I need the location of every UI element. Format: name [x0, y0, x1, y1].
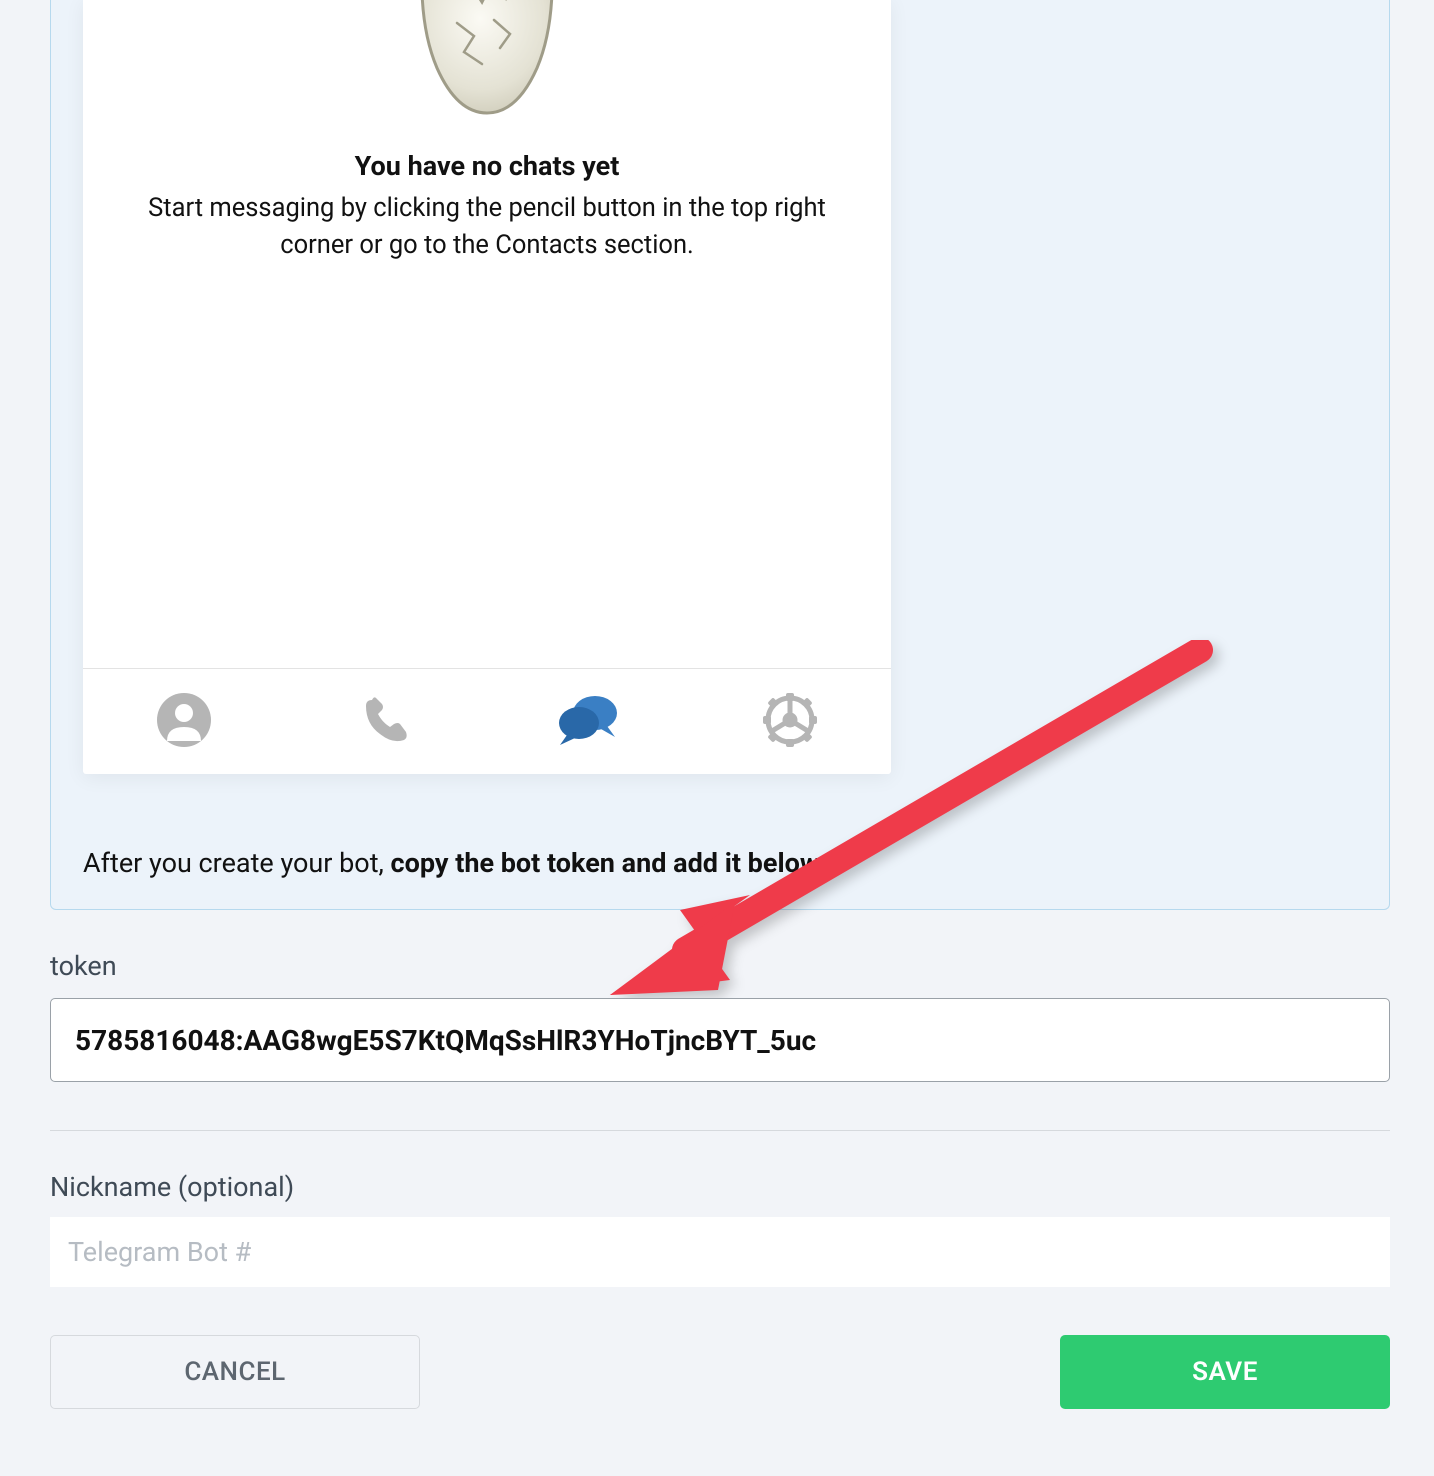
form-area: token Nickname (optional) CANCEL SAVE [50, 950, 1390, 1409]
tab-calls[interactable] [356, 692, 416, 752]
instruction-text: After you create your bot, copy the bot … [83, 847, 827, 879]
gear-icon [763, 693, 817, 751]
save-button[interactable]: SAVE [1060, 1335, 1390, 1409]
nickname-input[interactable] [50, 1217, 1390, 1287]
tab-settings[interactable] [760, 692, 820, 752]
nickname-label: Nickname (optional) [50, 1171, 1390, 1203]
cracked-egg-icon [402, 0, 572, 122]
token-label: token [50, 950, 1390, 982]
phone-tabbar [83, 668, 891, 774]
phone-icon [360, 694, 412, 750]
token-input[interactable] [50, 998, 1390, 1082]
chat-bubbles-icon [557, 693, 619, 751]
instruction-suffix: . [820, 847, 827, 879]
instruction-prefix: After you create your bot, [83, 847, 391, 879]
phone-body: You have no chats yet Start messaging by… [83, 0, 891, 668]
empty-state-subtitle: Start messaging by clicking the pencil b… [83, 190, 891, 264]
tab-contacts[interactable] [154, 692, 214, 752]
button-row: CANCEL SAVE [50, 1335, 1390, 1409]
divider [50, 1130, 1390, 1131]
phone-mockup: You have no chats yet Start messaging by… [83, 0, 891, 774]
info-panel: You have no chats yet Start messaging by… [50, 0, 1390, 910]
cancel-button[interactable]: CANCEL [50, 1335, 420, 1409]
empty-state-title: You have no chats yet [355, 150, 620, 182]
person-icon [157, 693, 211, 751]
tab-chats[interactable] [558, 692, 618, 752]
instruction-bold: copy the bot token and add it below [391, 847, 820, 879]
